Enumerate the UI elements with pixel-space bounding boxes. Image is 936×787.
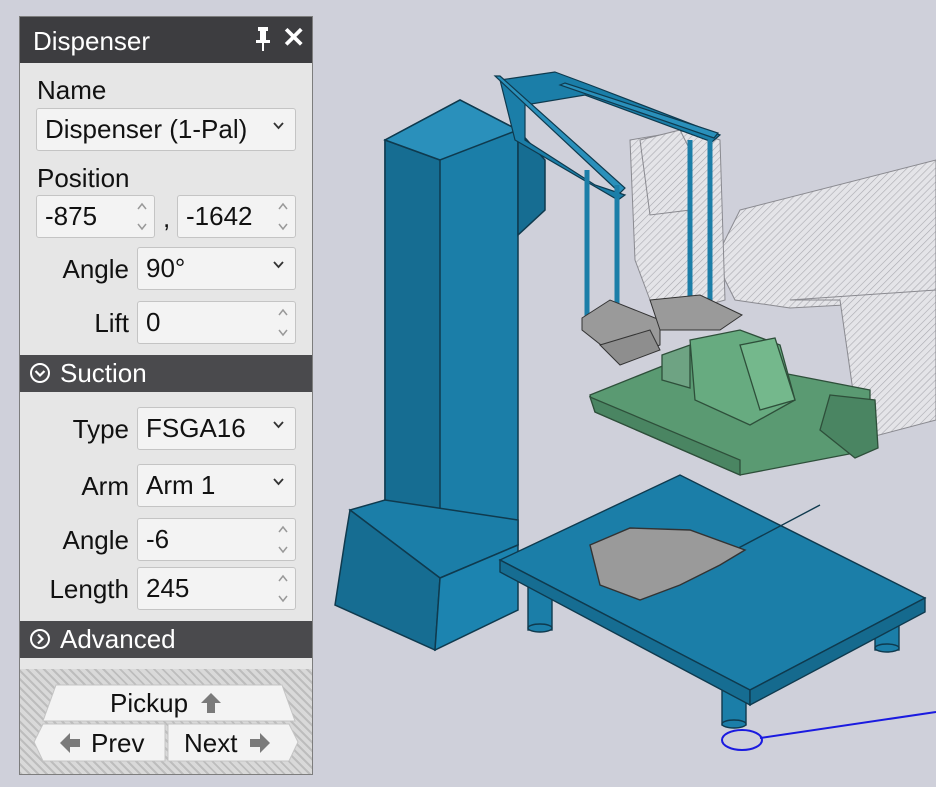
collapse-circle-icon xyxy=(30,363,50,383)
next-label: Next xyxy=(184,728,238,758)
lift-value: 0 xyxy=(146,307,161,337)
dispenser-panel: Dispenser ✕ Name Dispenser (1-Pal) Posit… xyxy=(19,16,313,775)
type-select[interactable]: FSGA16 xyxy=(137,407,296,450)
lift-label: Lift xyxy=(94,308,129,338)
arrow-up-icon xyxy=(201,693,221,713)
panel-title: Dispenser xyxy=(33,26,151,56)
angle-value: 90° xyxy=(146,253,186,283)
pallet-table xyxy=(498,474,927,729)
spinner-icon[interactable] xyxy=(277,200,289,233)
chevron-down-icon xyxy=(273,122,284,130)
prev-label: Prev xyxy=(91,728,145,758)
spinner-icon[interactable] xyxy=(277,572,289,605)
advanced-section-header[interactable]: Advanced xyxy=(20,621,312,658)
panel-titlebar: Dispenser ✕ xyxy=(20,17,312,63)
arm-label: Arm xyxy=(81,471,129,501)
name-label: Name xyxy=(37,75,107,105)
lift-input[interactable]: 0 xyxy=(137,301,296,344)
type-label: Type xyxy=(72,414,129,444)
position-separator: , xyxy=(163,203,171,233)
arm-value: Arm 1 xyxy=(146,470,216,500)
spinner-icon[interactable] xyxy=(277,306,289,339)
suction-title: Suction xyxy=(60,358,147,388)
name-value: Dispenser (1-Pal) xyxy=(45,114,248,144)
position-x-input[interactable]: -875 xyxy=(36,195,155,238)
pickup-button[interactable]: Pickup xyxy=(42,684,296,722)
origin-marker xyxy=(721,711,936,751)
chevron-down-icon xyxy=(273,421,284,429)
pickup-label: Pickup xyxy=(110,688,189,718)
length-input[interactable]: 245 xyxy=(137,567,296,610)
angle-select[interactable]: 90° xyxy=(137,247,296,290)
suction-angle-label: Angle xyxy=(62,525,130,555)
arrow-left-icon xyxy=(60,733,80,753)
spinner-icon[interactable] xyxy=(277,523,289,556)
arrow-right-icon xyxy=(250,733,270,753)
pin-icon[interactable] xyxy=(254,25,272,53)
length-value: 245 xyxy=(146,573,190,603)
advanced-title: Advanced xyxy=(60,624,176,654)
position-y-input[interactable]: -1642 xyxy=(177,195,296,238)
suction-angle-input[interactable]: -6 xyxy=(137,518,296,561)
length-label: Length xyxy=(49,574,129,604)
chevron-down-icon xyxy=(273,478,284,486)
chevron-down-icon xyxy=(273,261,284,269)
position-x-value: -875 xyxy=(45,201,98,231)
name-select[interactable]: Dispenser (1-Pal) xyxy=(36,108,296,151)
close-icon[interactable]: ✕ xyxy=(282,24,305,52)
expand-circle-icon xyxy=(30,629,50,649)
spinner-icon[interactable] xyxy=(136,200,148,233)
type-value: FSGA16 xyxy=(146,413,246,443)
suction-angle-value: -6 xyxy=(146,524,170,554)
angle-label: Angle xyxy=(62,254,130,284)
prev-button[interactable]: Prev xyxy=(33,723,166,762)
position-y-value: -1642 xyxy=(186,201,253,231)
suction-section-header[interactable]: Suction xyxy=(20,355,312,392)
arm-select[interactable]: Arm 1 xyxy=(137,464,296,507)
next-button[interactable]: Next xyxy=(167,723,299,762)
position-label: Position xyxy=(37,163,130,193)
